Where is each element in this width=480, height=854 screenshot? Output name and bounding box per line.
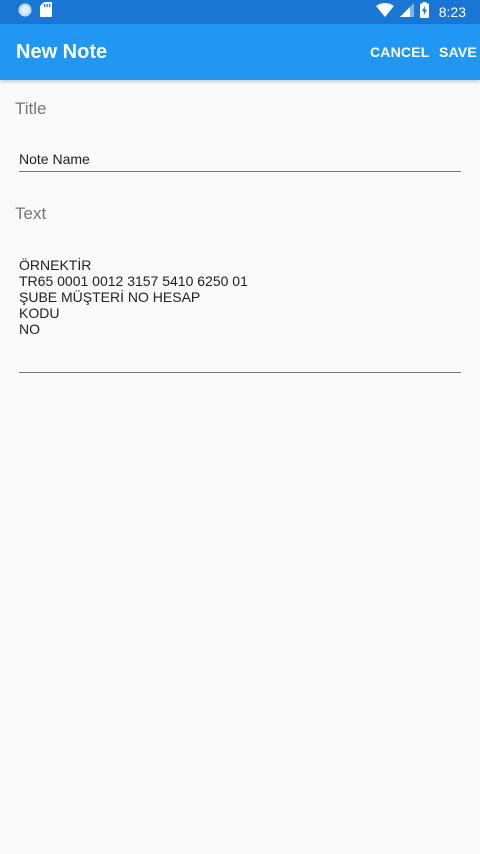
text-line: KODU xyxy=(19,305,60,321)
status-right-icons: 8:23 xyxy=(375,1,466,23)
text-line: ÖRNEKTİR xyxy=(19,257,92,273)
save-button[interactable]: SAVE xyxy=(439,43,477,61)
circle-notification-icon xyxy=(18,3,32,22)
status-left-icons xyxy=(18,2,52,22)
cancel-button[interactable]: CANCEL xyxy=(370,43,430,61)
text-line: TR65 0001 0012 3157 5410 6250 01 xyxy=(19,273,248,289)
app-bar: New Note CANCEL SAVE xyxy=(0,24,480,80)
status-bar: 8:23 xyxy=(0,0,480,24)
cell-signal-icon xyxy=(399,2,414,22)
page-title: New Note xyxy=(16,41,108,63)
sd-card-icon xyxy=(40,2,52,22)
title-input[interactable]: Note Name xyxy=(19,150,461,172)
text-input[interactable]: ÖRNEKTİR TR65 0001 0012 3157 5410 6250 0… xyxy=(19,257,461,373)
battery-charging-icon xyxy=(419,1,429,23)
text-line: NO xyxy=(19,321,40,337)
text-line: ŞUBE MÜŞTERİ NO HESAP xyxy=(19,289,201,305)
status-time: 8:23 xyxy=(438,4,466,20)
title-label: Title xyxy=(15,99,47,118)
text-label: Text xyxy=(15,204,47,223)
wifi-icon xyxy=(375,2,394,22)
